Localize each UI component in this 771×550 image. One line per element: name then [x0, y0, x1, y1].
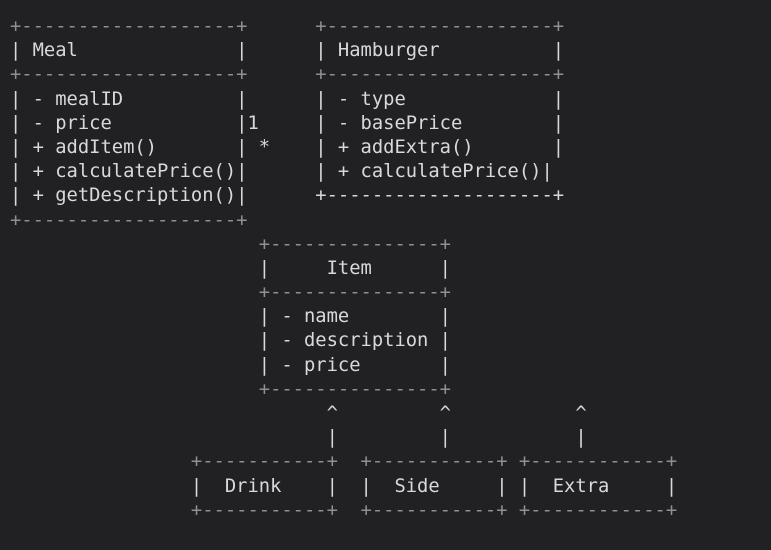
item-separator-row: +---------------+: [10, 282, 451, 304]
meal-hamburger-method-row-2: | + calculatePrice()| | + calculatePrice…: [10, 161, 553, 183]
subclasses-title-row: | Drink | | Side | | Extra |: [10, 475, 678, 497]
subclasses-top-border-row: +-----------+ +-----------+ +-----------…: [10, 451, 678, 473]
meal-hamburger-attribute-row-1: | - mealID | | - type |: [10, 88, 565, 110]
item-attribute-row-3: | - price |: [10, 354, 451, 376]
meal-hamburger-separator-row: +-------------------+ +-----------------…: [10, 64, 565, 86]
inheritance-arrowheads-row: ^ ^ ^: [10, 403, 587, 424]
item-bottom-border-row: +---------------+: [10, 378, 451, 400]
meal-hamburger-method-row-1: | + addItem() | * | + addExtra() |: [10, 136, 565, 158]
item-attribute-row-2: | - description |: [10, 330, 451, 352]
item-title-row: | Item |: [10, 257, 451, 279]
meal-method-row-3-hamburger-bottom: | + getDescription()| +-----------------…: [10, 185, 565, 207]
ascii-class-diagram: +-------------------+ +-----------------…: [10, 15, 677, 523]
meal-bottom-border-row: +-------------------+: [10, 209, 248, 231]
item-attribute-row-1: | - name |: [10, 306, 451, 328]
inheritance-connectors-row: | | |: [10, 427, 587, 449]
meal-hamburger-title-row: | Meal | | Hamburger |: [10, 40, 565, 62]
item-top-border-row: +---------------+: [10, 233, 451, 255]
meal-hamburger-top-border-row: +-------------------+ +-----------------…: [10, 16, 565, 37]
subclasses-bottom-border-row: +-----------+ +-----------+ +-----------…: [10, 499, 678, 521]
meal-hamburger-attribute-row-2: | - price |1 | - basePrice |: [10, 112, 565, 134]
